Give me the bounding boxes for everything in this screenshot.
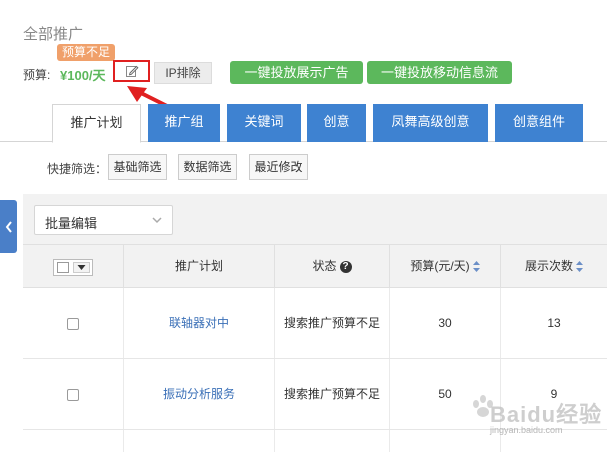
status-cell <box>275 430 390 452</box>
one-click-display-ads-button[interactable]: 一键投放展示广告 <box>230 61 363 84</box>
row-checkbox[interactable] <box>67 388 79 401</box>
batch-edit-dropdown[interactable]: 批量编辑 <box>34 205 173 235</box>
help-icon[interactable]: ? <box>339 260 352 273</box>
sidebar-toggle[interactable] <box>0 200 17 253</box>
tab-creative-components[interactable]: 创意组件 <box>495 104 583 142</box>
select-options-dropdown[interactable] <box>73 262 90 273</box>
budget-warning-badge: 预算不足 <box>57 44 116 61</box>
chevron-down-icon <box>152 217 162 224</box>
column-budget-label: 预算(元/天) <box>410 259 470 273</box>
data-filter-button[interactable]: 数据筛选 <box>178 154 237 180</box>
table-header: 推广计划 状态? 预算(元/天) 展示次数 <box>23 244 607 288</box>
recent-changes-button[interactable]: 最近修改 <box>249 154 308 180</box>
page-title: 全部推广 <box>23 26 84 43</box>
basic-filter-button[interactable]: 基础筛选 <box>108 154 167 180</box>
row-select-cell <box>23 430 124 452</box>
select-all-box[interactable] <box>57 262 69 273</box>
header: 全部推广 预算不足 预算: ¥100/天 IP排除 一键投放展示广告 一键投放移… <box>0 0 607 95</box>
one-click-mobile-feed-button[interactable]: 一键投放移动信息流 <box>367 61 512 84</box>
ip-exclude-button[interactable]: IP排除 <box>154 62 212 84</box>
edit-budget-button[interactable] <box>113 60 150 82</box>
tab-creatives[interactable]: 创意 <box>307 104 366 142</box>
batch-edit-label: 批量编辑 <box>45 216 98 231</box>
sort-icon[interactable] <box>472 261 480 273</box>
column-status-label: 状态 <box>312 259 337 273</box>
plan-name-link[interactable]: 振动分析服务 <box>163 387 235 401</box>
column-budget[interactable]: 预算(元/天) <box>390 245 501 287</box>
column-impressions[interactable]: 展示次数 <box>501 245 607 287</box>
column-plan: 推广计划 <box>124 245 275 287</box>
quick-filter-label: 快捷筛选： <box>47 162 108 176</box>
tab-advanced-creatives[interactable]: 凤舞高级创意 <box>373 104 488 142</box>
plan-name-link[interactable]: 联轴器对中 <box>169 316 229 330</box>
plan-name-cell <box>124 430 275 452</box>
budget-label: 预算: <box>23 68 51 82</box>
row-checkbox[interactable] <box>67 317 79 330</box>
status-cell: 搜索推广预算不足 <box>275 359 390 429</box>
plan-name-cell: 振动分析服务 <box>124 359 275 429</box>
tab-bar: 推广计划 推广组 关键词 创意 凤舞高级创意 创意组件 <box>0 104 607 143</box>
pencil-icon <box>125 65 139 77</box>
row-select-cell <box>23 288 124 358</box>
budget-cell: 30 <box>390 288 501 358</box>
select-all-checkbox[interactable] <box>53 259 93 276</box>
plan-name-cell: 联轴器对中 <box>124 288 275 358</box>
budget-value: ¥100/天 <box>60 68 106 83</box>
tab-keywords[interactable]: 关键词 <box>227 104 301 142</box>
caret-down-icon <box>77 265 86 270</box>
chevron-left-icon <box>5 220 12 233</box>
watermark-url: jingyan.baidu.com <box>490 425 563 435</box>
column-impressions-label: 展示次数 <box>524 259 573 273</box>
sort-icon[interactable] <box>576 261 583 273</box>
select-all-column <box>23 245 124 287</box>
row-select-cell <box>23 359 124 429</box>
status-cell: 搜索推广预算不足 <box>275 288 390 358</box>
impressions-cell: 13 <box>547 316 561 330</box>
tab-ad-groups[interactable]: 推广组 <box>148 104 220 142</box>
tab-plans[interactable]: 推广计划 <box>52 104 141 143</box>
table-toolbar: 批量编辑 <box>23 194 607 244</box>
column-status: 状态? <box>275 245 390 287</box>
table-row: 联轴器对中 搜索推广预算不足 30 13 <box>23 288 607 359</box>
